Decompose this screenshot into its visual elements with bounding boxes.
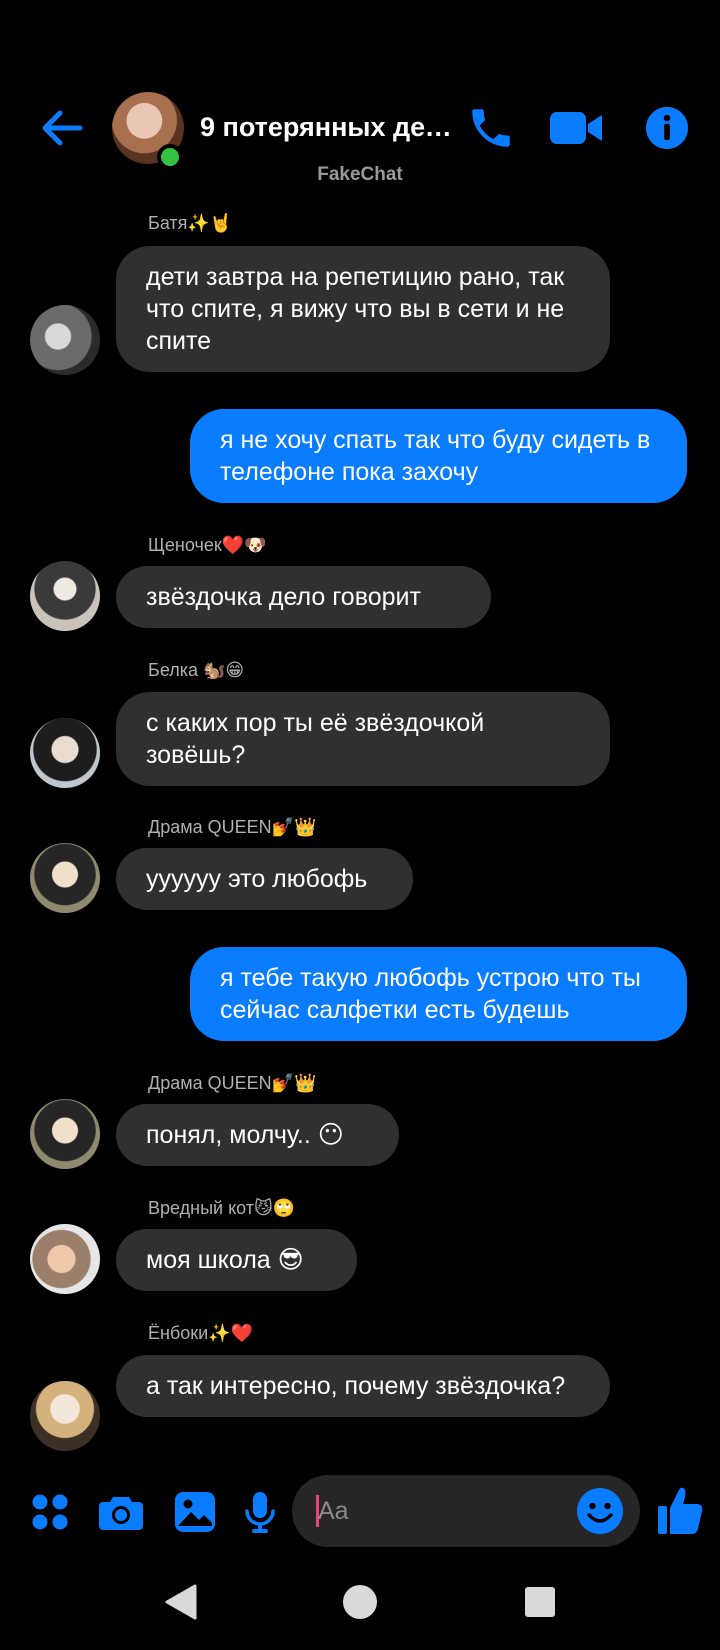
outgoing-message[interactable]: я тебе такую любофь устрою что ты сейчас…: [190, 947, 687, 1041]
incoming-message[interactable]: понял, молчу.. 😶: [116, 1104, 399, 1166]
sender-avatar[interactable]: [30, 843, 100, 913]
gallery-icon[interactable]: [173, 1490, 217, 1534]
sender-name: Драма QUEEN💅👑: [148, 817, 317, 837]
message-input[interactable]: [316, 1475, 566, 1547]
incoming-message[interactable]: уууууу это любофь: [116, 848, 413, 910]
nav-back-icon[interactable]: [162, 1582, 198, 1622]
camera-icon[interactable]: [98, 1490, 144, 1534]
nav-recents-icon[interactable]: [524, 1582, 556, 1622]
incoming-message[interactable]: звёздочка дело говорит: [116, 566, 491, 628]
watermark: FakeChat: [317, 164, 403, 185]
info-icon[interactable]: [644, 103, 690, 153]
phone-icon[interactable]: [466, 103, 516, 153]
thumbs-up-icon[interactable]: [656, 1484, 704, 1536]
video-camera-icon[interactable]: [548, 103, 604, 153]
message-composer: [292, 1475, 640, 1547]
nav-home-icon[interactable]: [340, 1582, 380, 1622]
chat-title[interactable]: 9 потерянных детей: [200, 112, 458, 143]
sender-avatar[interactable]: [30, 305, 100, 375]
sender-name: Вредный кот😼🙄: [148, 1198, 296, 1218]
sender-avatar[interactable]: [30, 1224, 100, 1294]
chat-header: 9 потерянных детей FakeChat: [0, 0, 720, 200]
emoji-icon[interactable]: [576, 1487, 624, 1535]
outgoing-message[interactable]: я не хочу спать так что буду сидеть в те…: [190, 409, 687, 503]
incoming-message[interactable]: а так интересно, почему звёздочка?: [116, 1355, 610, 1417]
incoming-message[interactable]: с каких пор ты её звёздочкой зовёшь?: [116, 692, 610, 786]
incoming-message[interactable]: дети завтра на репетицию рано, так что с…: [116, 246, 610, 372]
microphone-icon[interactable]: [244, 1490, 276, 1534]
apps-grid-icon[interactable]: [30, 1490, 70, 1534]
sender-avatar[interactable]: [30, 1381, 100, 1451]
sender-name: Щеночек❤️🐶: [148, 535, 267, 555]
sender-avatar[interactable]: [30, 1099, 100, 1169]
sender-name: Драма QUEEN💅👑: [148, 1073, 317, 1093]
back-arrow-icon[interactable]: [38, 104, 86, 152]
sender-name: Белка 🐿️😁: [148, 660, 245, 680]
sender-avatar[interactable]: [30, 718, 100, 788]
sender-name: Батя✨🤘: [148, 213, 233, 233]
incoming-message[interactable]: моя школа 😎: [116, 1229, 357, 1291]
sender-avatar[interactable]: [30, 561, 100, 631]
sender-name: Ёнбоки✨❤️: [148, 1323, 254, 1343]
